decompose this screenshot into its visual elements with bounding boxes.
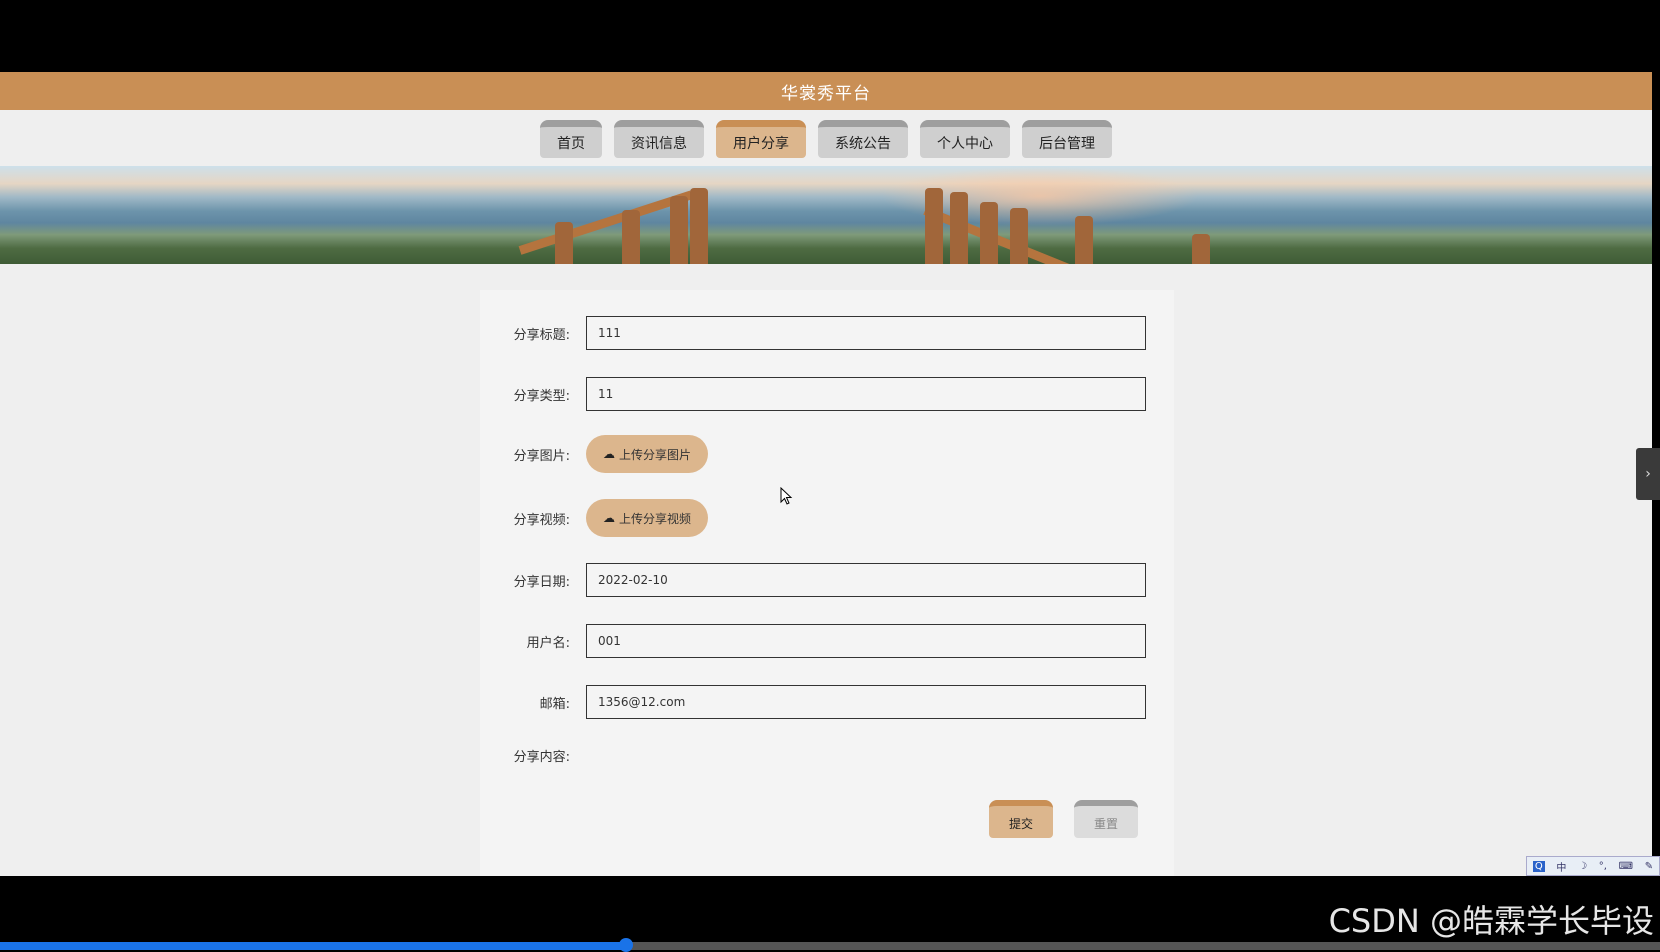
email-label: 邮箱: [539, 696, 570, 712]
ime-logo-icon: Q [1532, 860, 1545, 872]
banner-fence-post [925, 188, 943, 264]
app-window: 华裳秀平台 首页 资讯信息 用户分享 系统公告 个人中心 后台管理 分享标题: … [0, 72, 1652, 876]
banner-fence-post [622, 210, 640, 264]
settings-icon: ✎ [1644, 860, 1654, 872]
mouse-cursor-icon [780, 487, 793, 505]
image-label: 分享图片: [513, 448, 570, 464]
username-label: 用户名: [526, 635, 570, 651]
banner-fence-post [980, 202, 998, 264]
upload-image-label: 上传分享图片 [619, 447, 692, 462]
date-input[interactable]: 2022-02-10 [586, 563, 1146, 597]
nav-item-home[interactable]: 首页 [540, 120, 602, 158]
nav-item-news[interactable]: 资讯信息 [614, 120, 704, 158]
form-row-date: 分享日期: 2022-02-10 [480, 563, 1174, 597]
ime-toolbar[interactable]: Q 中 ☽ °, ⌨ ✎ [1526, 856, 1660, 876]
type-label: 分享类型: [513, 388, 570, 404]
title-input[interactable]: 111 [586, 316, 1146, 350]
chevron-right-icon[interactable]: › [1636, 448, 1660, 500]
main-nav: 首页 资讯信息 用户分享 系统公告 个人中心 后台管理 [0, 110, 1652, 166]
moon-icon: ☽ [1578, 860, 1588, 872]
form-row-image: 分享图片: ☁ 上传分享图片 [480, 435, 1174, 473]
date-label: 分享日期: [513, 574, 570, 590]
cloud-upload-icon: ☁ [603, 447, 615, 461]
share-form: 分享标题: 111 分享类型: 11 分享图片: ☁ 上传分享图片 分享视频: … [480, 290, 1174, 876]
ime-mode-label[interactable]: 中 [1556, 859, 1566, 874]
banner-fence-post [555, 222, 573, 264]
banner-image [0, 166, 1652, 264]
video-progress-bar[interactable] [0, 938, 1660, 952]
reset-button[interactable]: 重置 [1074, 800, 1138, 838]
nav-item-announcements[interactable]: 系统公告 [818, 120, 908, 158]
email-input[interactable]: 1356@12.com [586, 685, 1146, 719]
nav-item-personal-center[interactable]: 个人中心 [920, 120, 1010, 158]
video-top-bar [0, 0, 1660, 72]
form-row-username: 用户名: 001 [480, 624, 1174, 658]
site-header: 华裳秀平台 [0, 72, 1652, 110]
title-label: 分享标题: [513, 327, 570, 343]
banner-fence-post [950, 192, 968, 264]
form-row-content: 分享内容: [480, 746, 1174, 765]
banner-fence-post [1010, 208, 1028, 264]
watermark-text: CSDN @皓霖学长毕设 [1328, 902, 1654, 940]
video-progress-fill [0, 942, 626, 950]
keyboard-icon: ⌨ [1618, 860, 1634, 872]
nav-item-admin[interactable]: 后台管理 [1022, 120, 1112, 158]
submit-button[interactable]: 提交 [989, 800, 1053, 838]
content-label: 分享内容: [513, 750, 570, 765]
cloud-upload-icon: ☁ [603, 511, 615, 525]
form-row-video: 分享视频: ☁ 上传分享视频 [480, 499, 1174, 537]
upload-video-label: 上传分享视频 [619, 511, 692, 526]
username-input[interactable]: 001 [586, 624, 1146, 658]
type-input[interactable]: 11 [586, 377, 1146, 411]
banner-fence-post [1075, 216, 1093, 264]
video-label: 分享视频: [513, 512, 570, 528]
banner-fence-rail [518, 190, 693, 255]
upload-image-button[interactable]: ☁ 上传分享图片 [586, 435, 709, 473]
form-row-email: 邮箱: 1356@12.com [480, 685, 1174, 719]
form-row-type: 分享类型: 11 [480, 377, 1174, 411]
banner-fence-post [690, 188, 708, 264]
upload-video-button[interactable]: ☁ 上传分享视频 [586, 499, 709, 537]
punctuation-icon: °, [1598, 860, 1607, 872]
site-title: 华裳秀平台 [781, 83, 871, 104]
form-row-title: 分享标题: 111 [480, 316, 1174, 350]
nav-item-user-share[interactable]: 用户分享 [716, 120, 806, 158]
banner-fence-post [1192, 234, 1210, 264]
banner-fence-post [670, 196, 688, 264]
